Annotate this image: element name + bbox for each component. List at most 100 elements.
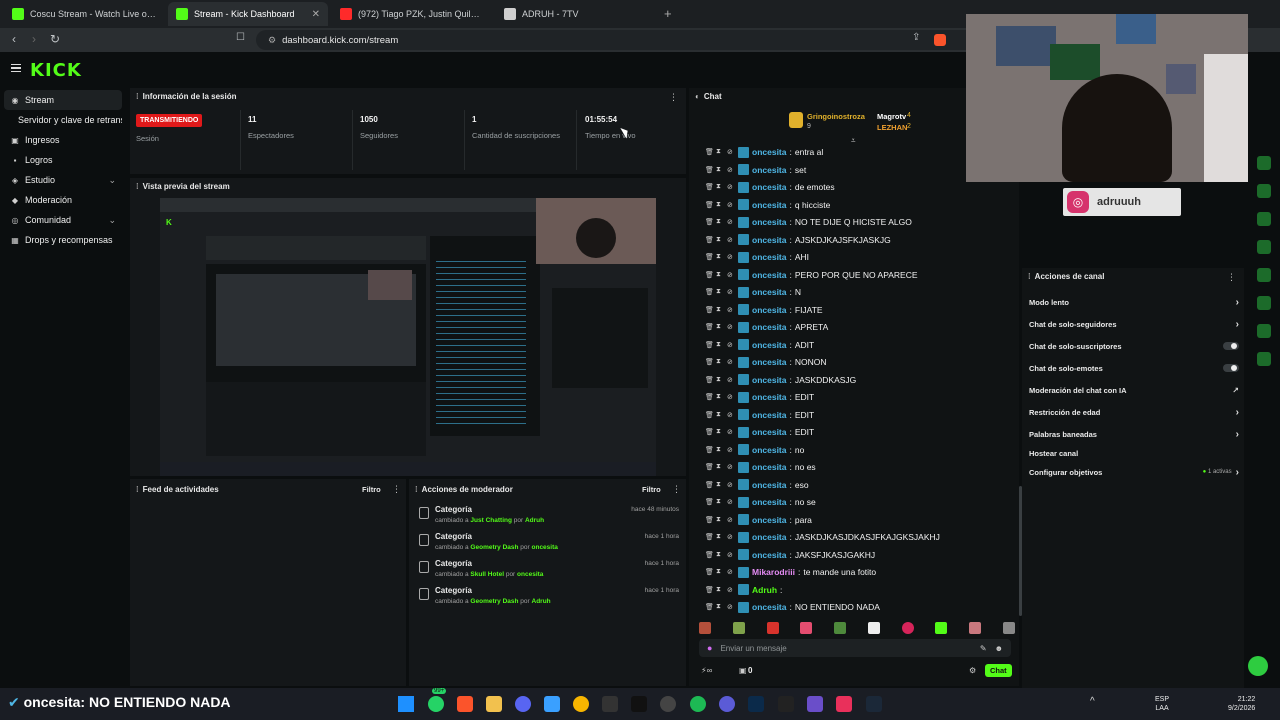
timeout-icon[interactable]: ⧗ bbox=[716, 341, 724, 349]
timeout-icon[interactable]: ⧗ bbox=[716, 428, 724, 436]
tool-icon[interactable] bbox=[1257, 184, 1271, 198]
delete-icon[interactable]: 🗑 bbox=[705, 288, 714, 296]
url-field[interactable]: ⚙ dashboard.kick.com/stream bbox=[256, 30, 976, 50]
browser-tab-3[interactable]: (972) Tiago PZK, Justin Quiles - P bbox=[332, 2, 492, 26]
subs-only-toggle[interactable] bbox=[1223, 342, 1239, 350]
delete-icon[interactable]: 🗑 bbox=[705, 253, 714, 261]
chat-username[interactable]: oncesita bbox=[752, 200, 787, 210]
timeout-icon[interactable]: ⧗ bbox=[716, 288, 724, 296]
timeout-icon[interactable]: ⧗ bbox=[716, 481, 724, 489]
chat-message[interactable]: 🗑 ⧗ ⊘ oncesita: PERO POR QUE NO APARECE bbox=[705, 267, 918, 283]
more-options-icon[interactable]: ⋮ bbox=[672, 484, 681, 495]
delete-icon[interactable]: 🗑 bbox=[705, 411, 714, 419]
kick-logo[interactable]: KICK bbox=[30, 60, 82, 81]
chat-message[interactable]: 🗑 ⧗ ⊘ oncesita: q hicciste bbox=[705, 197, 830, 213]
sidebar-item-ingresos[interactable]: ▣ Ingresos bbox=[4, 130, 122, 150]
chat-username[interactable]: oncesita bbox=[752, 270, 787, 280]
delete-icon[interactable]: 🗑 bbox=[705, 271, 714, 279]
more-options-icon[interactable]: ⋮ bbox=[392, 484, 401, 495]
delete-icon[interactable]: 🗑 bbox=[705, 393, 714, 401]
ban-icon[interactable]: ⊘ bbox=[727, 218, 735, 226]
action-banned-words[interactable]: Palabras baneadas › bbox=[1029, 426, 1239, 442]
emote-icon[interactable] bbox=[699, 622, 711, 634]
chat-username[interactable]: Mikarodriii bbox=[752, 567, 795, 577]
delete-icon[interactable]: 🗑 bbox=[705, 533, 714, 541]
mic-icon[interactable]: ● bbox=[707, 643, 712, 653]
ban-icon[interactable]: ⊘ bbox=[727, 288, 735, 296]
chat-message[interactable]: 🗑 ⧗ ⊘ oncesita: JASKDJKASJDKASJFKAJGKSJAKHJ bbox=[705, 529, 940, 545]
chat-message[interactable]: 🗑 ⧗ ⊘ oncesita: no es bbox=[705, 459, 816, 475]
tool-icon[interactable] bbox=[1257, 212, 1271, 226]
emoji-icon[interactable]: ☻ bbox=[995, 644, 1003, 653]
browser-tab-1[interactable]: Coscu Stream - Watch Live on Kick bbox=[4, 2, 164, 26]
app-icon[interactable] bbox=[573, 696, 589, 712]
ban-icon[interactable]: ⊘ bbox=[727, 551, 735, 559]
delete-icon[interactable]: 🗑 bbox=[705, 148, 714, 156]
obs-icon[interactable] bbox=[660, 696, 676, 712]
chat-message[interactable]: 🗑 ⧗ ⊘ oncesita: NO TE DIJE Q HICISTE ALGO bbox=[705, 214, 912, 230]
reload-icon[interactable]: ↻ bbox=[50, 32, 60, 46]
timeout-icon[interactable]: ⧗ bbox=[716, 516, 724, 524]
drag-handle-icon[interactable]: ⁞ bbox=[136, 182, 139, 191]
ban-icon[interactable]: ⊘ bbox=[727, 166, 735, 174]
chat-username[interactable]: oncesita bbox=[752, 602, 787, 612]
close-tab-icon[interactable]: ✕ bbox=[312, 9, 320, 20]
chat-message[interactable]: 🗑 ⧗ ⊘ oncesita: AHI bbox=[705, 249, 809, 265]
tool-icon[interactable] bbox=[1257, 352, 1271, 366]
stream-preview-video[interactable]: K bbox=[160, 198, 656, 476]
timeout-icon[interactable]: ⧗ bbox=[716, 393, 724, 401]
tool-icon[interactable] bbox=[1257, 156, 1271, 170]
chat-username[interactable]: oncesita bbox=[752, 305, 787, 315]
sidebar-item-estudio[interactable]: ◈ Estudio ⌄ bbox=[4, 170, 122, 190]
ban-icon[interactable]: ⊘ bbox=[727, 358, 735, 366]
chat-username[interactable]: oncesita bbox=[752, 147, 787, 157]
emote-icon[interactable] bbox=[834, 622, 847, 634]
spotify-icon[interactable] bbox=[690, 696, 706, 712]
action-slow-mode[interactable]: Modo lento › bbox=[1029, 294, 1239, 310]
windows-start-icon[interactable] bbox=[398, 696, 414, 712]
chat-username[interactable]: oncesita bbox=[752, 410, 787, 420]
new-tab-icon[interactable]: + bbox=[664, 6, 672, 21]
emotes-only-toggle[interactable] bbox=[1223, 364, 1239, 372]
chat-username[interactable]: oncesita bbox=[752, 462, 787, 472]
whatsapp-icon[interactable] bbox=[428, 696, 444, 712]
chat-username[interactable]: oncesita bbox=[752, 427, 787, 437]
timeout-icon[interactable]: ⧗ bbox=[716, 271, 724, 279]
drag-handle-icon[interactable]: ⁞ bbox=[1028, 272, 1031, 281]
browser-tab-2[interactable]: Stream - Kick Dashboard ✕ bbox=[168, 2, 328, 26]
chat-username[interactable]: oncesita bbox=[752, 235, 787, 245]
chat-username[interactable]: oncesita bbox=[752, 322, 787, 332]
more-options-icon[interactable]: ⋮ bbox=[669, 92, 678, 103]
delete-icon[interactable]: 🗑 bbox=[705, 551, 714, 559]
chat-message[interactable]: 🗑 ⧗ ⊘ oncesita: EDIT bbox=[705, 389, 814, 405]
timeout-icon[interactable]: ⧗ bbox=[716, 253, 724, 261]
chat-message[interactable]: 🗑 ⧗ ⊘ oncesita: no bbox=[705, 442, 804, 458]
chat-username[interactable]: oncesita bbox=[752, 375, 787, 385]
ban-icon[interactable]: ⊘ bbox=[727, 183, 735, 191]
app-icon[interactable] bbox=[719, 696, 735, 712]
chat-message[interactable]: 🗑 ⧗ ⊘ oncesita: entra al bbox=[705, 144, 823, 160]
ban-icon[interactable]: ⊘ bbox=[727, 341, 735, 349]
delete-icon[interactable]: 🗑 bbox=[705, 498, 714, 506]
translate-icon[interactable]: ✎ bbox=[980, 644, 987, 653]
chat-username[interactable]: oncesita bbox=[752, 550, 787, 560]
sidebar-item-comunidad[interactable]: ◎ Comunidad ⌄ bbox=[4, 210, 122, 230]
tool-icon[interactable] bbox=[1257, 296, 1271, 310]
ban-icon[interactable]: ⊘ bbox=[727, 411, 735, 419]
emote-icon[interactable] bbox=[969, 622, 982, 634]
chat-username[interactable]: oncesita bbox=[752, 392, 787, 402]
tool-icon[interactable] bbox=[1257, 240, 1271, 254]
sidebar-item-drops[interactable]: ▦ Drops y recompensas bbox=[4, 230, 122, 250]
delete-icon[interactable]: 🗑 bbox=[705, 568, 714, 576]
delete-icon[interactable]: 🗑 bbox=[705, 376, 714, 384]
timeout-icon[interactable]: ⧗ bbox=[716, 411, 724, 419]
browser-tab-4[interactable]: ADRUH - 7TV bbox=[496, 2, 656, 26]
emote-icon[interactable] bbox=[935, 622, 948, 634]
ban-icon[interactable]: ⊘ bbox=[727, 428, 735, 436]
timeout-icon[interactable]: ⧗ bbox=[716, 218, 724, 226]
timeout-icon[interactable]: ⧗ bbox=[716, 183, 724, 191]
delete-icon[interactable]: 🗑 bbox=[705, 446, 714, 454]
share-icon[interactable]: ⇪ bbox=[912, 32, 920, 43]
settings-gear-icon[interactable]: ⚙ bbox=[969, 666, 976, 675]
delete-icon[interactable]: 🗑 bbox=[705, 481, 714, 489]
